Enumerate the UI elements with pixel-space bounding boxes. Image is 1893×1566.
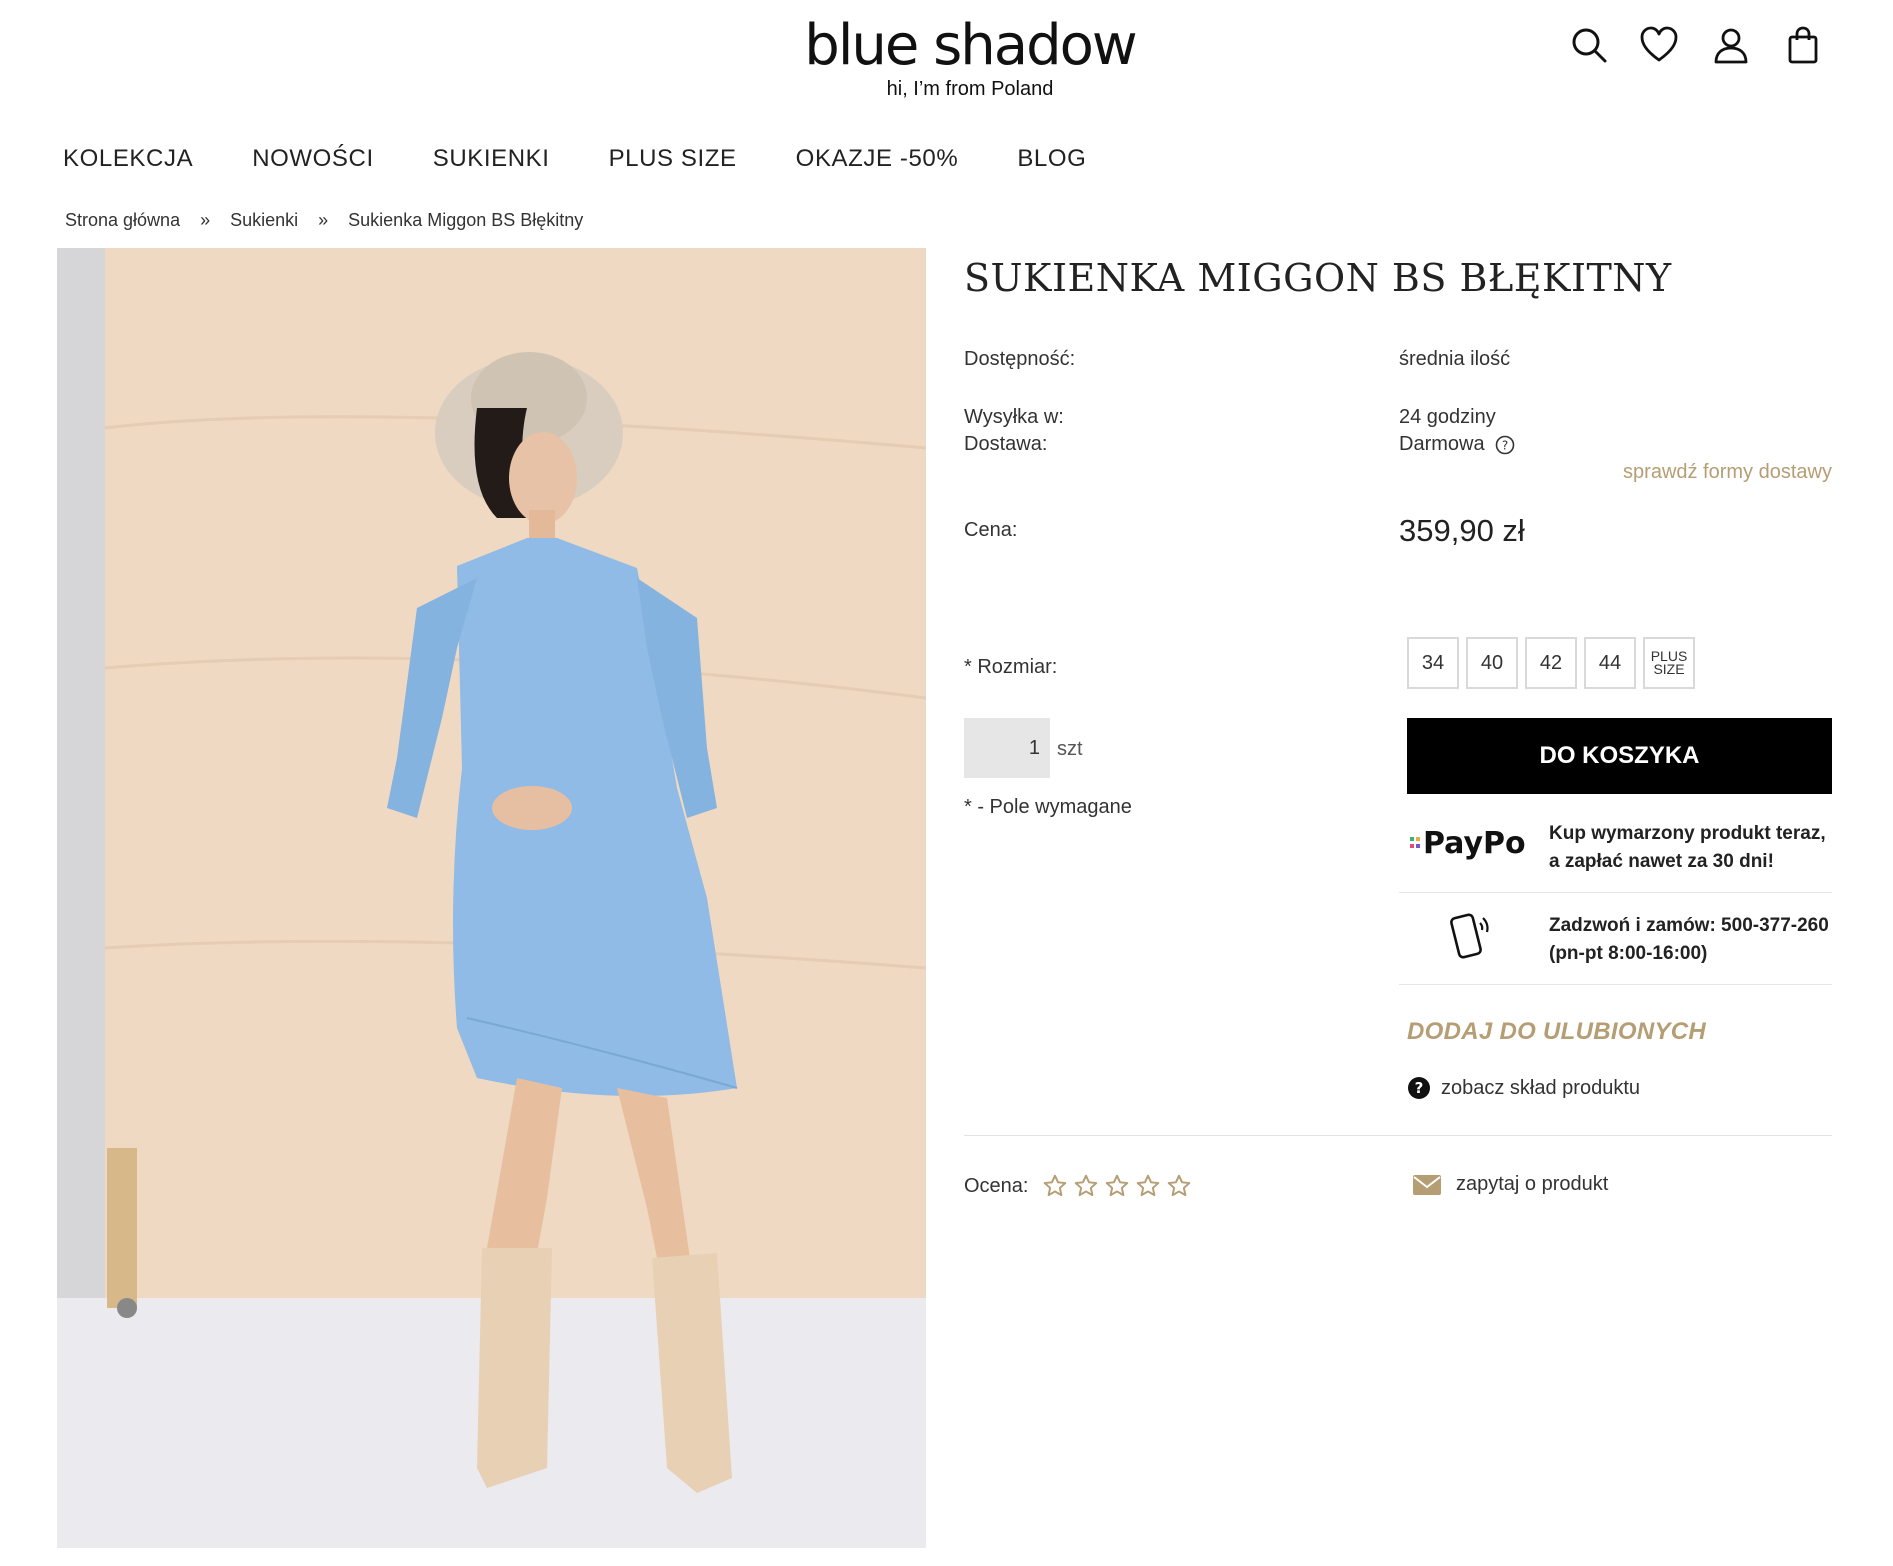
size-option[interactable]: 42: [1525, 637, 1577, 689]
shipping-label: Wysyłka w:: [964, 406, 1064, 428]
question-circle-icon: ?: [1408, 1077, 1430, 1099]
paypo-logo: PayPo: [1409, 826, 1526, 861]
phone-order-row: Zadzwoń i zamów: 500-377-260 (pn-pt 8:00…: [1399, 892, 1832, 985]
product-title: SUKIENKA MIGGON BS BŁĘKITNY: [964, 256, 1672, 300]
delivery-value: Darmowa: [1399, 433, 1485, 455]
site-tagline: hi, I’m from Poland: [886, 78, 1054, 100]
size-plus-line2: SIZE: [1653, 661, 1685, 677]
search-icon[interactable]: [1566, 22, 1612, 68]
paypo-row: PayPo Kup wymarzony produkt teraz, a zap…: [1399, 816, 1832, 893]
help-icon[interactable]: ?: [1495, 435, 1515, 455]
star-icon[interactable]: [1135, 1173, 1161, 1199]
ask-about-product-link[interactable]: zapytaj o produkt: [1412, 1173, 1608, 1196]
delivery-label: Dostawa:: [964, 433, 1048, 455]
product-price: 359,90 zł: [1399, 513, 1525, 548]
size-selector: 34 40 42 44 PLUS SIZE: [1407, 637, 1695, 689]
product-composition-link[interactable]: ? zobacz skład produktu: [1407, 1076, 1640, 1100]
nav-item-nowosci[interactable]: NOWOŚCI: [252, 145, 374, 173]
delivery-value-row: Darmowa ?: [1399, 433, 1515, 456]
user-icon[interactable]: [1708, 22, 1754, 68]
availability-label: Dostępność:: [964, 348, 1076, 370]
rating-label: Ocena:: [964, 1174, 1029, 1197]
shipping-value: 24 godziny: [1399, 406, 1496, 428]
breadcrumb-current: Sukienka Miggon BS Błękitny: [348, 210, 584, 230]
phone-line2: (pn-pt 8:00-16:00): [1549, 943, 1708, 964]
svg-text:?: ?: [1501, 438, 1507, 452]
size-label: * Rozmiar:: [964, 656, 1058, 678]
ask-text: zapytaj o produkt: [1456, 1173, 1609, 1195]
site-logo[interactable]: blue shadow: [780, 14, 1160, 78]
size-option[interactable]: 40: [1466, 637, 1518, 689]
heart-icon[interactable]: [1636, 22, 1682, 68]
rating: Ocena:: [964, 1173, 1192, 1199]
star-icon[interactable]: [1073, 1173, 1099, 1199]
breadcrumb-separator: »: [318, 210, 329, 230]
breadcrumb-home[interactable]: Strona główna: [65, 210, 180, 231]
product-image[interactable]: [57, 248, 926, 1548]
quantity-unit: szt: [1057, 738, 1083, 760]
add-to-favorites-link[interactable]: DODAJ DO ULUBIONYCH: [1407, 1018, 1706, 1046]
star-icon[interactable]: [1104, 1173, 1130, 1199]
quantity-input[interactable]: [964, 718, 1050, 778]
paypo-text: Kup wymarzony produkt teraz, a zapłać na…: [1549, 820, 1826, 876]
breadcrumb: Strona główna » Sukienki » Sukienka Migg…: [65, 210, 583, 231]
paypo-logo-text: PayPo: [1423, 826, 1526, 861]
size-option[interactable]: 44: [1584, 637, 1636, 689]
composition-text: zobacz skład produktu: [1441, 1076, 1641, 1099]
nav-item-blog[interactable]: BLOG: [1017, 145, 1086, 173]
nav-item-plus-size[interactable]: PLUS SIZE: [609, 145, 737, 173]
envelope-icon: [1413, 1174, 1441, 1195]
size-option-plus-size[interactable]: PLUS SIZE: [1643, 637, 1695, 689]
divider: [964, 1135, 1832, 1136]
delivery-options-link[interactable]: sprawdź formy dostawy: [1560, 461, 1832, 484]
size-option[interactable]: 34: [1407, 637, 1459, 689]
nav-item-okazje[interactable]: OKAZJE -50%: [796, 145, 959, 173]
nav-item-sukienki[interactable]: SUKIENKI: [433, 145, 550, 173]
bag-icon[interactable]: [1780, 22, 1826, 68]
required-note: * - Pole wymagane: [964, 796, 1132, 818]
phone-text: Zadzwoń i zamów: 500-377-260 (pn-pt 8:00…: [1549, 912, 1829, 968]
svg-text:?: ?: [1415, 1079, 1424, 1097]
star-icon[interactable]: [1042, 1173, 1068, 1199]
paypo-line1: Kup wymarzony produkt teraz,: [1549, 823, 1826, 844]
add-to-cart-button[interactable]: DO KOSZYKA: [1407, 718, 1832, 794]
main-nav: KOLEKCJA NOWOŚCI SUKIENKI PLUS SIZE OKAZ…: [63, 145, 1145, 173]
star-icon[interactable]: [1166, 1173, 1192, 1199]
price-label: Cena:: [964, 519, 1018, 541]
paypo-line2: a zapłać nawet za 30 dni!: [1549, 851, 1774, 872]
phone-icon: [1449, 910, 1493, 969]
phone-line1[interactable]: Zadzwoń i zamów: 500-377-260: [1549, 912, 1829, 940]
rating-stars: [1042, 1173, 1192, 1199]
breadcrumb-category[interactable]: Sukienki: [230, 210, 298, 231]
nav-item-kolekcja[interactable]: KOLEKCJA: [63, 145, 193, 173]
breadcrumb-separator: »: [200, 210, 211, 230]
availability-value: średnia ilość: [1399, 348, 1511, 370]
paypo-dots-icon: [1410, 836, 1420, 848]
